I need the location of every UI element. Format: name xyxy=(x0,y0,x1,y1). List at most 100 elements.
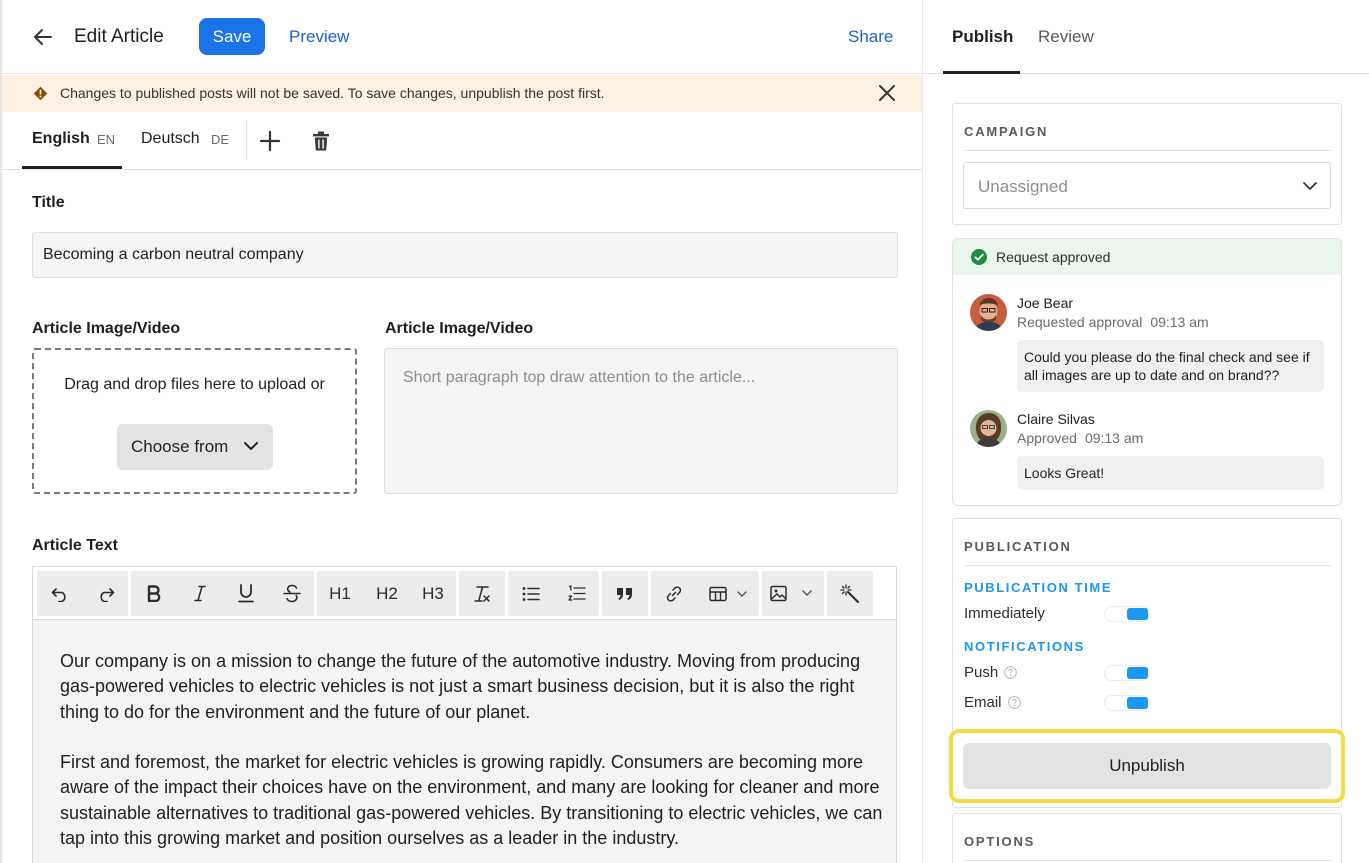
language-code: DE xyxy=(211,132,230,147)
divider xyxy=(964,565,1331,566)
magic-wand-button[interactable] xyxy=(827,571,873,616)
comment-time: 09:13 am xyxy=(1150,314,1209,330)
strikethrough-icon xyxy=(282,584,301,603)
campaign-value: Unassigned xyxy=(978,177,1068,196)
trash-icon[interactable] xyxy=(312,131,330,151)
avatar xyxy=(970,410,1007,447)
undo-button[interactable] xyxy=(37,571,82,616)
italic-icon xyxy=(193,585,206,602)
comment-time: 09:13 am xyxy=(1084,430,1144,446)
top-bar: Edit Article Save Preview Share xyxy=(2,0,922,74)
toggle-knob xyxy=(1127,608,1148,620)
immediately-toggle[interactable] xyxy=(1104,606,1150,622)
avatar-claire-silvas xyxy=(970,410,1007,447)
numbered-list-icon xyxy=(567,585,586,601)
underline-icon xyxy=(237,584,254,603)
warning-diamond-icon xyxy=(33,86,48,101)
chevron-down-icon xyxy=(244,442,258,450)
save-button[interactable]: Save xyxy=(199,18,265,55)
approval-card: Request approved Joe Bear Requested appr… xyxy=(952,238,1342,506)
options-heading: OPTIONS xyxy=(964,834,1036,849)
italic-button[interactable] xyxy=(177,571,222,616)
tab-language-deutsch[interactable]: Deutsch DE xyxy=(130,112,240,169)
push-toggle[interactable] xyxy=(1104,665,1150,681)
avatar-joe-bear xyxy=(970,294,1007,331)
preview-link[interactable]: Preview xyxy=(289,27,349,47)
heading-2-button[interactable]: H2 xyxy=(364,571,410,616)
link-button[interactable] xyxy=(651,571,697,616)
close-icon[interactable] xyxy=(878,84,896,102)
divider xyxy=(246,120,247,160)
push-label: Push xyxy=(964,664,999,681)
strikethrough-button[interactable] xyxy=(269,571,314,616)
choose-from-label: Choose from xyxy=(131,437,229,456)
page-title: Edit Article xyxy=(74,26,164,47)
tab-language-english[interactable]: English EN xyxy=(22,112,122,169)
heading-1-button[interactable]: H1 xyxy=(317,571,363,616)
help-icon[interactable] xyxy=(1008,696,1021,709)
comment-meta: Requested approval 09:13 am xyxy=(1017,314,1209,330)
underline-button[interactable] xyxy=(223,571,268,616)
title-input[interactable]: Becoming a carbon neutral company xyxy=(32,232,898,278)
clear-format-icon xyxy=(474,585,490,602)
banner-message: Changes to published posts will not be s… xyxy=(60,85,605,101)
comment-action: Approved xyxy=(1017,430,1077,446)
active-tab-indicator xyxy=(943,71,1020,74)
magic-wand-icon xyxy=(840,583,859,603)
help-icon[interactable] xyxy=(1004,666,1017,679)
commenter-name: Joe Bear xyxy=(1017,295,1074,311)
editor-pane: Edit Article Save Preview Share Changes … xyxy=(0,0,922,863)
approval-status: Request approved xyxy=(953,239,1341,275)
language-name: Deutsch xyxy=(141,130,200,147)
summary-label: Article Image/Video xyxy=(385,320,534,337)
undo-icon xyxy=(51,587,66,602)
file-dropzone[interactable]: Drag and drop files here to upload or Ch… xyxy=(32,348,357,494)
chevron-down-icon xyxy=(1303,182,1317,190)
comment-bubble: Could you please do the final check and … xyxy=(1017,340,1324,392)
comment-bubble: Looks Great! xyxy=(1017,456,1324,490)
image-icon xyxy=(770,585,812,602)
heading-3-button[interactable]: H3 xyxy=(410,571,456,616)
sidebar-tabs: Publish Review xyxy=(923,0,1369,74)
unpublish-button[interactable]: Unpublish xyxy=(963,743,1331,789)
table-dropdown-button[interactable] xyxy=(701,571,759,616)
image-dropdown-button[interactable] xyxy=(762,571,824,616)
commenter-name: Claire Silvas xyxy=(1017,411,1095,427)
quote-button[interactable] xyxy=(602,571,648,616)
editor-paragraph: First and foremost, the market for elect… xyxy=(60,752,883,848)
divider xyxy=(964,150,1331,151)
language-name: English xyxy=(32,130,90,147)
toggle-knob xyxy=(1127,667,1148,679)
numbered-list-button[interactable] xyxy=(554,571,599,616)
campaign-select[interactable]: Unassigned xyxy=(963,162,1331,209)
immediately-label: Immediately xyxy=(964,605,1045,622)
share-link[interactable]: Share xyxy=(848,27,893,47)
tab-publish[interactable]: Publish xyxy=(952,27,1013,47)
language-code: EN xyxy=(97,132,116,147)
quote-icon xyxy=(617,587,632,600)
email-label: Email xyxy=(964,694,1002,711)
redo-icon xyxy=(99,587,114,602)
clear-format-button[interactable] xyxy=(459,571,505,616)
warning-banner: Changes to published posts will not be s… xyxy=(2,75,922,112)
article-text-editor[interactable]: Our company is on a mission to change th… xyxy=(32,619,897,863)
summary-textarea[interactable]: Short paragraph top draw attention to th… xyxy=(384,348,898,494)
bullet-list-button[interactable] xyxy=(508,571,553,616)
comment-action: Requested approval xyxy=(1017,314,1143,330)
back-arrow-icon[interactable] xyxy=(32,26,54,48)
divider xyxy=(964,860,1331,861)
choose-from-dropdown[interactable]: Choose from xyxy=(117,424,273,470)
formatting-toolbar: H1 H2 H3 xyxy=(32,566,897,619)
tab-review[interactable]: Review xyxy=(1038,27,1094,47)
bullet-list-icon xyxy=(522,586,540,601)
bold-button[interactable] xyxy=(131,571,176,616)
add-language-icon[interactable] xyxy=(259,130,281,152)
table-icon xyxy=(709,586,747,601)
approval-status-text: Request approved xyxy=(996,249,1111,265)
email-toggle[interactable] xyxy=(1104,695,1150,711)
article-text-label: Article Text xyxy=(32,537,118,554)
bold-icon xyxy=(147,585,160,602)
campaign-heading: CAMPAIGN xyxy=(964,124,1049,139)
publication-heading: PUBLICATION xyxy=(964,539,1072,554)
redo-button[interactable] xyxy=(83,571,128,616)
